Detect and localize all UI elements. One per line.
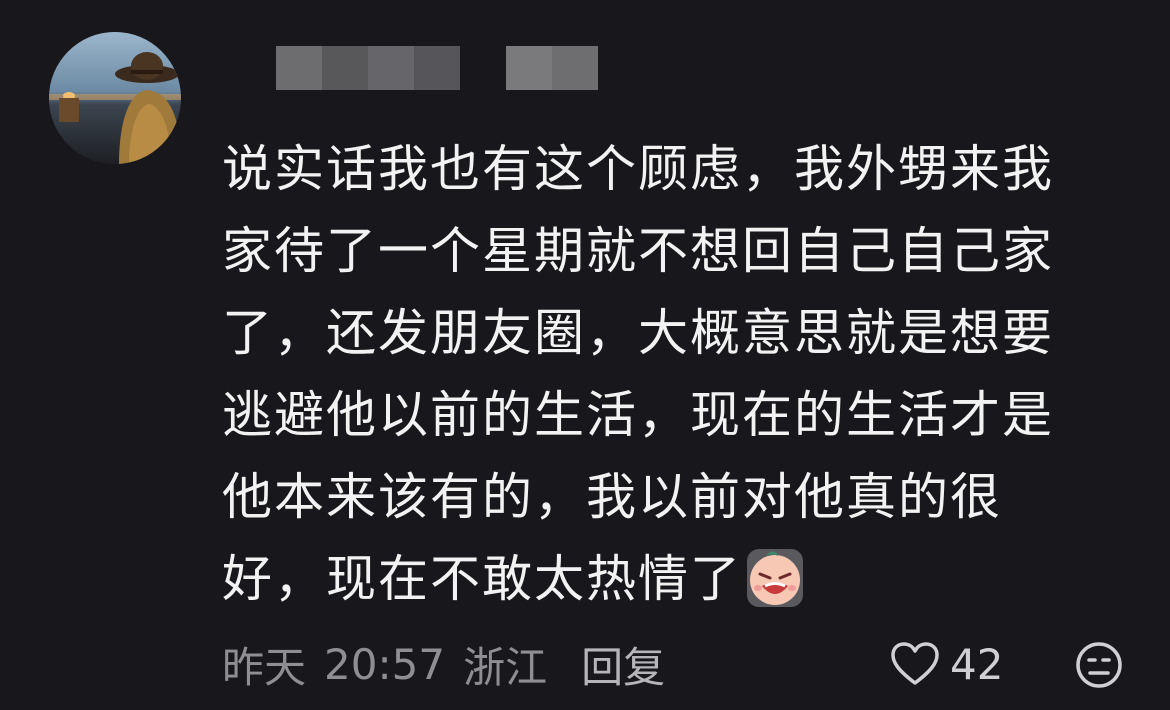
unhappy-face-icon [1076, 642, 1122, 688]
comment-location: 浙江 [463, 642, 548, 692]
reply-button[interactable]: 回复 [581, 634, 665, 695]
comment-meta: 昨天 20:57 浙江 回复 [222, 632, 665, 696]
comment-line: 逃避他以前的生活，现在的生活才是 [222, 386, 1054, 444]
comment-time: 20:57 [324, 639, 446, 689]
avatar-image [49, 32, 181, 164]
comment-text: 说实话我也有这个顾虑，我外甥来我 家待了一个星期就不想回自己自己家 了，还发朋友… [222, 128, 1102, 620]
heart-outline-icon [891, 642, 939, 685]
like-button[interactable]: 42 [890, 632, 1003, 696]
comment-item: 说实话我也有这个顾虑，我外甥来我 家待了一个星期就不想回自己自己家 了，还发朋友… [0, 0, 1170, 710]
username-redacted[interactable] [276, 46, 460, 90]
dislike-button[interactable] [1074, 640, 1124, 690]
crying-face-emoji [746, 548, 804, 608]
username-redacted-suffix [506, 46, 598, 90]
comment-line: 说实话我也有这个顾虑，我外甥来我 [222, 140, 1054, 198]
comment-line-text: 好，现在不敢太热情了 [222, 550, 742, 608]
user-avatar[interactable] [49, 32, 181, 164]
like-count: 42 [950, 639, 1004, 689]
comment-line: 他本来该有的，我以前对他真的很 [222, 468, 1002, 526]
comment-line: 了，还发朋友圈，大概意思就是想要 [222, 304, 1054, 362]
comment-line-last: 好，现在不敢太热情了 [222, 538, 1102, 620]
comment-line: 家待了一个星期就不想回自己自己家 [222, 222, 1054, 280]
comment-date: 昨天 [222, 642, 307, 692]
